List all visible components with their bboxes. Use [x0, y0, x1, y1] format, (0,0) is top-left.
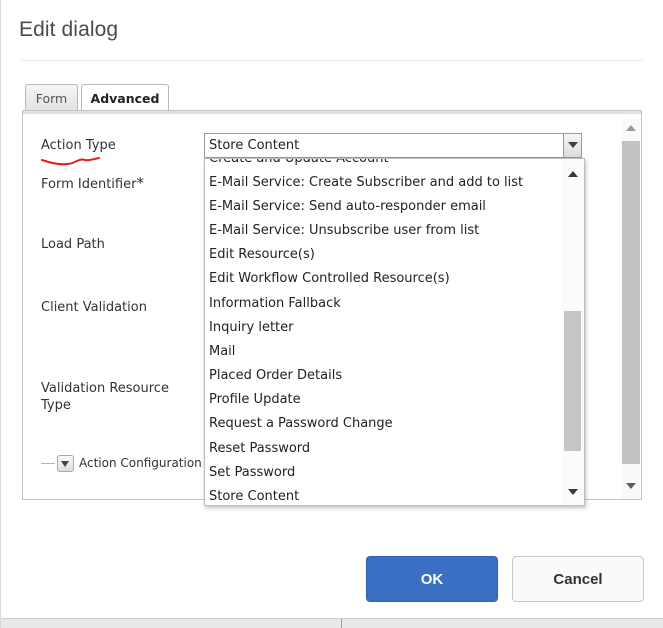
- triangle-down-icon: [61, 461, 69, 467]
- fieldset-line: [41, 463, 55, 464]
- action-type-options-list[interactable]: Create and Update Account E-Mail Service…: [204, 158, 585, 506]
- background-divider: [341, 619, 342, 628]
- tab-form[interactable]: Form: [25, 84, 78, 111]
- option-edit-workflow-controlled-resources[interactable]: Edit Workflow Controlled Resource(s): [209, 270, 450, 287]
- arrow-down-icon[interactable]: [568, 489, 578, 495]
- red-underline-annotation: [41, 157, 100, 166]
- chevron-down-icon: [568, 142, 578, 148]
- panel-scrollbar-thumb[interactable]: [622, 141, 640, 464]
- arrow-up-icon[interactable]: [568, 171, 578, 177]
- edit-dialog: Edit dialog Form Advanced Action Type Fo…: [0, 0, 663, 628]
- option-placed-order-details[interactable]: Placed Order Details: [209, 367, 342, 384]
- title-divider: [21, 60, 643, 61]
- option-profile-update[interactable]: Profile Update: [209, 391, 301, 408]
- client-validation-label: Client Validation: [41, 300, 147, 315]
- action-type-label: Action Type: [41, 138, 116, 153]
- action-configuration-toggle[interactable]: [57, 455, 74, 472]
- option-mail[interactable]: Mail: [209, 343, 235, 360]
- option-edit-resources[interactable]: Edit Resource(s): [209, 246, 315, 263]
- option-email-auto-responder[interactable]: E-Mail Service: Send auto-responder emai…: [209, 198, 486, 215]
- action-type-dropdown-button[interactable]: [563, 134, 581, 157]
- ok-button[interactable]: OK: [366, 556, 498, 602]
- option-reset-password[interactable]: Reset Password: [209, 440, 310, 457]
- background-page-strip: [1, 618, 663, 628]
- options-scrollbar[interactable]: [562, 159, 584, 505]
- dialog-title: Edit dialog: [19, 18, 119, 41]
- option-set-password[interactable]: Set Password: [209, 464, 295, 481]
- option-email-unsubscribe[interactable]: E-Mail Service: Unsubscribe user from li…: [209, 222, 479, 239]
- validation-resource-type-label: Validation Resource Type: [41, 381, 169, 413]
- action-type-select[interactable]: Store Content: [204, 133, 582, 158]
- action-configuration-label[interactable]: Action Configuration: [79, 456, 202, 470]
- arrow-down-icon[interactable]: [626, 483, 636, 489]
- panel-scrollbar[interactable]: [621, 119, 641, 499]
- option-create-and-update-account[interactable]: Create and Update Account: [209, 159, 389, 167]
- option-email-create-subscriber[interactable]: E-Mail Service: Create Subscriber and ad…: [209, 174, 523, 191]
- arrow-up-icon[interactable]: [626, 125, 636, 131]
- tab-advanced[interactable]: Advanced: [81, 84, 169, 112]
- load-path-label: Load Path: [41, 237, 105, 252]
- options-scrollbar-thumb[interactable]: [564, 311, 581, 451]
- option-store-content[interactable]: Store Content: [209, 488, 299, 505]
- required-marker: *: [136, 174, 144, 192]
- panel-top-border: [23, 111, 641, 114]
- form-identifier-label: Form Identifier*: [41, 174, 144, 193]
- option-information-fallback[interactable]: Information Fallback: [209, 295, 341, 312]
- cancel-button[interactable]: Cancel: [512, 556, 644, 602]
- option-inquiry-letter[interactable]: Inquiry letter: [209, 319, 294, 336]
- option-request-password-change[interactable]: Request a Password Change: [209, 415, 393, 432]
- action-type-selected-value: Store Content: [209, 138, 300, 153]
